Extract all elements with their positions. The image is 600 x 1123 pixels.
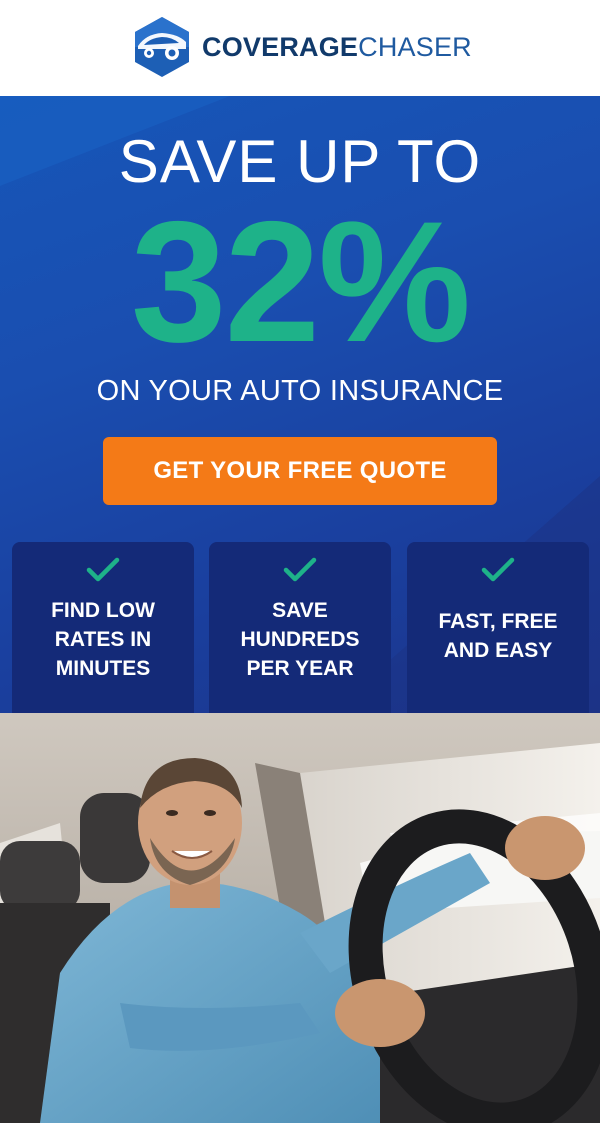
feature-card-save-hundreds: SAVE HUNDREDS PER YEAR [209, 542, 391, 713]
feature-line: PER YEAR [246, 657, 354, 680]
checkmark-icon [481, 557, 515, 582]
savings-percent: 32% [130, 186, 471, 378]
feature-card-fast-free-easy: FAST, FREE AND EASY [407, 542, 589, 713]
checkmark-icon [86, 557, 120, 582]
hero-banner: SAVE UP TO 32% ON YOUR AUTO INSURANCE GE… [0, 96, 600, 713]
feature-card-low-rates: FIND LOW RATES IN MINUTES [12, 542, 194, 713]
feature-line: SAVE [272, 599, 328, 622]
driver-illustration [0, 713, 600, 1123]
brand-name-light: CHASER [358, 31, 472, 62]
feature-line: RATES IN [54, 628, 152, 651]
get-free-quote-button[interactable]: GET YOUR FREE QUOTE [103, 437, 497, 505]
hero-subline: ON YOUR AUTO INSURANCE [96, 375, 504, 407]
brand-name-bold: COVERAGE [202, 31, 359, 62]
driver-photo [0, 713, 600, 1123]
car-hexagon-icon [135, 17, 189, 77]
hero-headline: SAVE UP TO [118, 128, 482, 195]
feature-line: FAST, FREE [438, 610, 558, 633]
brand-logo[interactable]: COVERAGECHASER [132, 16, 472, 78]
feature-line: MINUTES [55, 657, 151, 680]
header: COVERAGECHASER [0, 0, 600, 96]
feature-line: FIND LOW [51, 599, 155, 622]
checkmark-icon [283, 557, 317, 582]
brand-name: COVERAGECHASER [202, 32, 472, 63]
feature-line: HUNDREDS [240, 628, 360, 651]
feature-line: AND EASY [443, 639, 553, 662]
